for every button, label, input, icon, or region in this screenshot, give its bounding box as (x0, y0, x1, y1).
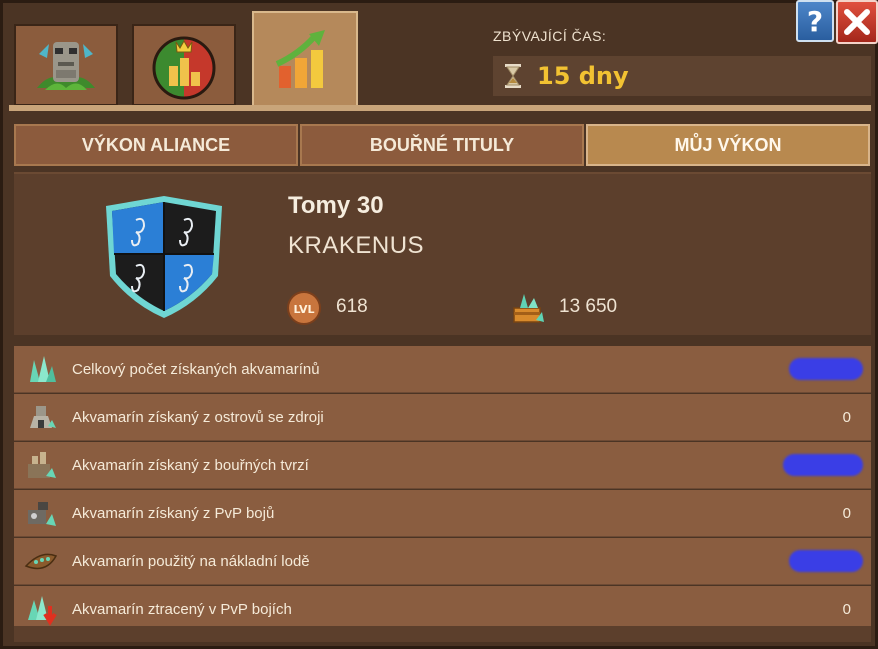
stat-label: Akvamarín získaný z PvP bojů (72, 504, 275, 522)
tab-my-performance[interactable]: MŮJ VÝKON (586, 124, 870, 166)
stat-row-total-collected: Celkový počet získaných akvamarínů (14, 346, 871, 393)
aquamarine-total-value: 13 650 (559, 296, 618, 317)
stat-value: 0 (842, 408, 851, 426)
time-remaining-value: 15 dny (537, 62, 629, 90)
help-button[interactable]: ? (796, 0, 834, 42)
tab-storm-titles-label: BOUŘNÉ TITULY (369, 134, 515, 155)
game-window: ZBÝVAJÍCÍ ČAS: 15 dny ? VÝKON ALIANCE BO… (0, 0, 878, 649)
alliance-crest-icon (106, 196, 222, 318)
stat-row-storm-fortresses: Akvamarín získaný z bouřných tvrzí (14, 442, 871, 489)
tab-performance[interactable] (252, 11, 358, 108)
aquamarine-lost-icon (28, 596, 57, 626)
pvp-battle-icon (28, 502, 56, 526)
stat-label: Celkový počet získaných akvamarínů (72, 360, 320, 378)
profile-panel: Tomy 30 KRAKENUS LVL 618 13 650 (14, 172, 871, 335)
stats-list: Celkový počet získaných akvamarínů Akvam… (14, 346, 871, 633)
tab-base-bar (9, 105, 871, 111)
close-button[interactable] (836, 0, 878, 44)
time-remaining-label: ZBÝVAJÍCÍ ČAS: (493, 28, 607, 44)
stat-label: Akvamarín použitý na nákladní lodě (72, 552, 310, 570)
stat-value: 0 (842, 600, 851, 618)
cargo-ship-icon (24, 553, 58, 570)
level-badge-text: LVL (293, 303, 314, 316)
stat-label: Akvamarín ztracený v PvP bojích (72, 600, 292, 618)
aquamarine-crystal-icon (30, 356, 56, 382)
stat-value: 0 (842, 504, 851, 522)
tab-storm-titles[interactable]: BOUŘNÉ TITULY (300, 124, 584, 166)
tab-alliance-performance-label: VÝKON ALIANCE (81, 134, 231, 155)
alliance-name: KRAKENUS (288, 232, 425, 259)
level-icon: LVL (287, 291, 321, 325)
stat-row-pvp-won: Akvamarín získaný z PvP bojů 0 (14, 490, 871, 537)
stat-label: Akvamarín získaný z bouřných tvrzí (72, 456, 309, 474)
player-name: Tomy 30 (288, 192, 384, 219)
growth-chart-icon (275, 29, 325, 88)
help-icon: ? (806, 4, 824, 38)
totem-icon (37, 42, 95, 90)
panel-footer (14, 626, 871, 642)
aquamarine-chest-icon (513, 294, 544, 323)
time-remaining-box: 15 dny (493, 56, 871, 96)
stat-row-cargo-ships: Akvamarín použitý na nákladní lodě (14, 538, 871, 585)
hourglass-icon (505, 64, 521, 88)
level-value: 618 (336, 296, 368, 317)
redacted-value (789, 550, 863, 572)
close-icon (844, 9, 870, 35)
redacted-value (783, 454, 863, 476)
redacted-value (789, 358, 863, 380)
tab-my-performance-label: MŮJ VÝKON (674, 134, 782, 155)
temple-icon (30, 406, 56, 428)
tab-alliance-performance[interactable]: VÝKON ALIANCE (14, 124, 298, 166)
fortress-icon (28, 452, 56, 478)
stat-label: Akvamarín získaný z ostrovů se zdroji (72, 408, 324, 426)
rankings-icon (152, 36, 216, 100)
stat-row-resource-islands: Akvamarín získaný z ostrovů se zdroji 0 (14, 394, 871, 441)
tab-totem[interactable] (14, 24, 118, 106)
tab-rankings[interactable] (132, 24, 236, 106)
